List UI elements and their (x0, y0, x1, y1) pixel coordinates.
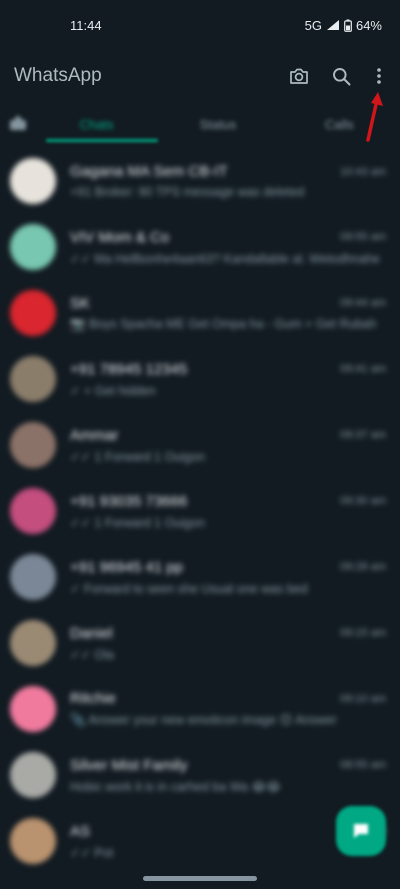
chat-header: Gagana MA Sem CB-IT 10:43 am (70, 163, 386, 180)
chat-time: 09:37 am (340, 429, 386, 441)
chat-last-message: 📎 Answer your new emoticon image 😊 Answe… (70, 713, 337, 727)
chat-name: +91 93035 73666 (70, 492, 188, 510)
chat-row[interactable]: VIV Mom & Co 09:55 am ✓✓ Ma Hellbonhe4aan6… (0, 214, 400, 280)
chat-name: VIV Mom & Co (70, 228, 170, 246)
chat-time: 10:43 am (340, 165, 386, 178)
app-bar-actions (288, 65, 386, 87)
new-chat-button[interactable] (336, 806, 386, 856)
chat-time: 09:15 am (340, 627, 386, 639)
communities-icon (10, 115, 26, 130)
search-button[interactable] (330, 65, 352, 87)
chat-header: +91 93035 73666 09:30 am (70, 493, 386, 510)
chat-content: +91 78945 12345 09:41 am ✓ + Get hidden (70, 361, 386, 398)
home-indicator[interactable] (143, 876, 257, 881)
status-time: 11:44 (70, 17, 102, 33)
chat-row[interactable]: +91 96945 41 pp 09:28 am ✓ Forward to seen… (0, 544, 400, 610)
chat-last-message: ✓✓ 1 Forward 1 Ouigon (70, 449, 205, 464)
avatar[interactable] (10, 554, 56, 600)
app-bar: WhatsApp (0, 50, 400, 102)
chat-last-message: ✓ Forward to seen she Usual one was bed (70, 581, 308, 596)
chat-last-message: ✓✓ Ma Hellbonhe4aan63? Kandallable al. W… (70, 251, 380, 266)
battery-percent: 64% (355, 17, 382, 33)
chat-content: SK 09:44 am 📷 Boys Spacha ME Get Ompa ha -… (70, 295, 386, 332)
chat-name: AS (70, 822, 91, 840)
chat-time: 08:55 am (340, 759, 386, 771)
chat-content: +91 96945 41 pp 09:28 am ✓ Forward to seen… (70, 559, 386, 596)
chat-last-message: ✓ + Get hidden (70, 383, 156, 398)
chat-name: Ritchie (70, 690, 116, 707)
app-title: WhatsApp (14, 65, 102, 86)
chat-content: VIV Mom & Co 09:55 am ✓✓ Ma Hellbonhe4aan6… (70, 229, 386, 266)
chat-time: 09:28 am (340, 561, 386, 573)
signal-icon (326, 20, 339, 30)
chat-header: Silver Mist Family 08:55 am (70, 757, 386, 774)
new-chat-icon (354, 824, 368, 838)
chat-name: +91 78945 12345 (70, 360, 188, 378)
chat-time: 09:55 am (340, 231, 386, 243)
chat-name: +91 96945 41 pp (70, 558, 184, 576)
chat-content: +91 93035 73666 09:30 am ✓✓ 1 Forward 1 Ou… (70, 493, 386, 530)
chat-last-message: 📷 Boys Spacha ME Get Ompa ha - Gum + Get… (70, 316, 377, 331)
chat-row[interactable]: +91 93035 73666 09:30 am ✓✓ 1 Forward 1 Ou… (0, 478, 400, 544)
chat-header: +91 96945 41 pp 09:28 am (70, 559, 386, 576)
chat-header: SK 09:44 am (70, 295, 386, 312)
chat-content: Ammar 09:37 am ✓✓ 1 Forward 1 Ouigon (70, 427, 386, 464)
chat-row[interactable]: Daniel 09:15 am ✓✓ Ola (0, 610, 400, 676)
chat-last-message: ✓✓ Ola (70, 647, 114, 662)
active-tab-indicator (46, 139, 158, 142)
chat-header: Ammar 09:37 am (70, 427, 386, 444)
search-icon (332, 67, 350, 85)
chat-content: Silver Mist Family 08:55 am Hobic work it … (70, 757, 386, 794)
avatar[interactable] (10, 422, 56, 468)
chat-row[interactable]: Silver Mist Family 08:55 am Hobic work it … (0, 742, 400, 808)
network-label: 5G (304, 17, 322, 33)
more-options-button[interactable] (372, 65, 386, 87)
chat-header: Daniel 09:15 am (70, 625, 386, 642)
chat-header: +91 78945 12345 09:41 am (70, 361, 386, 378)
camera-button[interactable] (288, 65, 310, 87)
avatar[interactable] (10, 356, 56, 402)
chat-content: Gagana MA Sem CB-IT 10:43 am +91 Broker: 9… (70, 163, 386, 199)
chat-time: 09:41 am (340, 363, 386, 375)
chat-name: Silver Mist Family (70, 756, 188, 774)
chat-row[interactable]: SK 09:44 am 📷 Boys Spacha ME Get Ompa ha -… (0, 280, 400, 346)
avatar[interactable] (10, 620, 56, 666)
chat-header: Ritchie 09:10 am (70, 690, 386, 707)
chat-name: SK (70, 294, 91, 312)
chat-time: 09:30 am (340, 495, 386, 507)
chat-row[interactable]: Ammar 09:37 am ✓✓ 1 Forward 1 Ouigon (0, 412, 400, 478)
avatar[interactable] (10, 752, 56, 798)
chat-list: Gagana MA Sem CB-IT 10:43 am +91 Broker: 9… (0, 148, 400, 874)
avatar[interactable] (10, 158, 56, 204)
chat-row[interactable]: Ritchie 09:10 am 📎 Answer your new emotico… (0, 676, 400, 742)
chat-content: Daniel 09:15 am ✓✓ Ola (70, 625, 386, 662)
chat-row[interactable]: Gagana MA Sem CB-IT 10:43 am +91 Broker: 9… (0, 148, 400, 214)
avatar[interactable] (10, 686, 56, 732)
tab-status[interactable]: Status (157, 117, 278, 132)
chat-content: Ritchie 09:10 am 📎 Answer your new emotico… (70, 690, 386, 728)
avatar[interactable] (10, 488, 56, 534)
avatar[interactable] (10, 818, 56, 864)
chat-last-message: Hobic work it is in carhed ba Wa 😂😂 (70, 779, 281, 794)
chat-header: VIV Mom & Co 09:55 am (70, 229, 386, 246)
chat-last-message: ✓✓ 1 Forward 1 Ouigon (70, 515, 205, 530)
tab-chats[interactable]: Chats (36, 117, 157, 132)
chat-name: Ammar (70, 426, 119, 444)
chat-last-message: +91 Broker: 90 TPS message was deleted (70, 185, 305, 199)
chat-time: 09:10 am (340, 692, 386, 705)
more-vertical-icon (377, 68, 381, 84)
tab-communities[interactable] (0, 115, 36, 134)
status-bar: 11:44 5G 64% (0, 0, 400, 50)
avatar[interactable] (10, 224, 56, 270)
chat-row[interactable]: +91 78945 12345 09:41 am ✓ + Get hidden (0, 346, 400, 412)
status-indicators: 5G 64% (305, 18, 382, 33)
tab-calls[interactable]: Calls (279, 117, 400, 132)
chat-name: Gagana MA Sem CB-IT (70, 163, 228, 180)
camera-icon (290, 68, 308, 84)
chat-name: Daniel (70, 624, 113, 642)
avatar[interactable] (10, 290, 56, 336)
battery-icon (344, 19, 352, 32)
chat-time: 09:44 am (340, 297, 386, 309)
